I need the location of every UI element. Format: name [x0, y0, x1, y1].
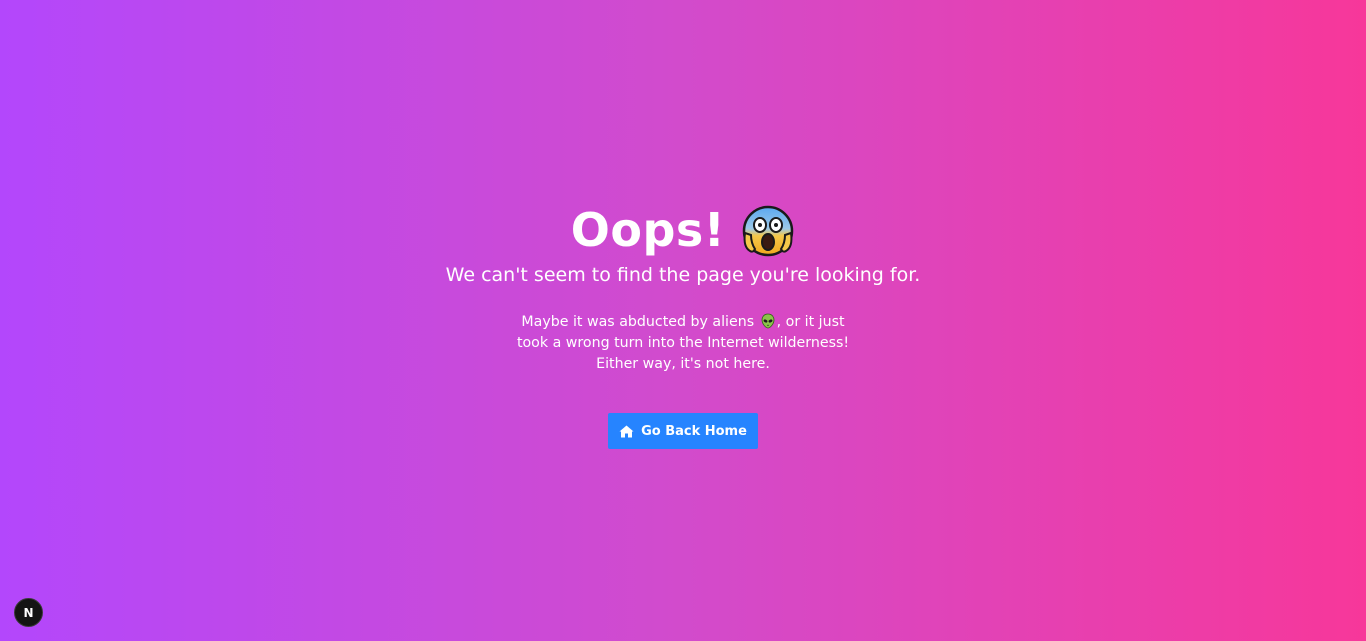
page-title: Oops!	[570, 203, 726, 257]
go-back-home-label: Go Back Home	[641, 423, 747, 439]
alien-icon	[760, 313, 776, 329]
title-row: Oops!	[571, 200, 796, 260]
home-icon	[619, 425, 634, 438]
face-screaming-in-fear-icon	[741, 203, 795, 257]
page-description: Maybe it was abducted by aliens , or it …	[508, 312, 858, 375]
page-subtitle: We can't seem to find the page you're lo…	[445, 264, 921, 286]
go-back-home-button[interactable]: Go Back Home	[608, 413, 758, 450]
next-logo-icon: N	[23, 605, 34, 620]
not-found-content: Oops! We can't seem to find the page you…	[0, 200, 1366, 450]
next-dev-indicator-button[interactable]: N	[14, 598, 43, 627]
description-text-start: Maybe it was abducted by aliens	[521, 314, 755, 330]
